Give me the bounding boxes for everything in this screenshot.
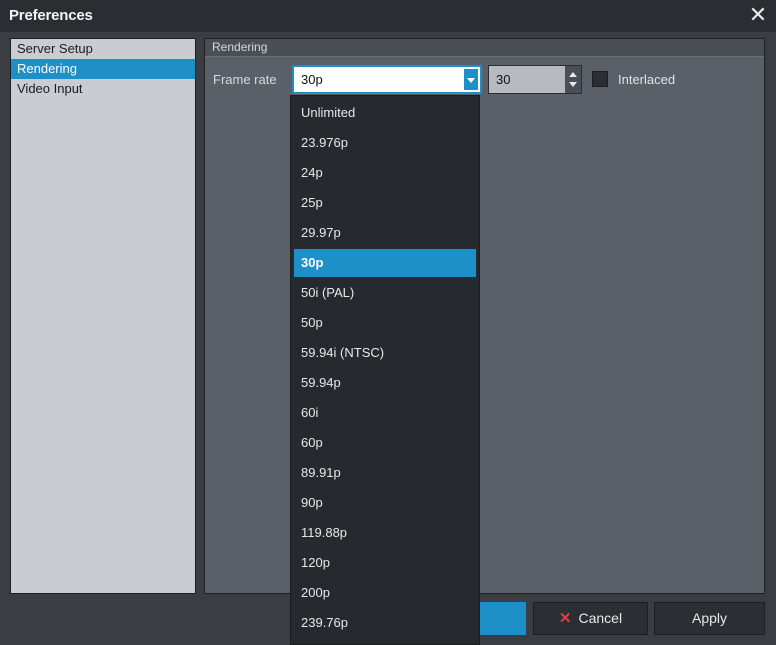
stepper-buttons [565, 66, 581, 93]
close-icon[interactable]: ✕ [746, 3, 770, 27]
dropdown-option[interactable]: 59.94i (NTSC) [294, 339, 476, 367]
stepper-up-icon[interactable] [569, 72, 577, 77]
frame-rate-label: Frame rate [213, 72, 277, 87]
dropdown-option[interactable]: 24p [294, 159, 476, 187]
frame-rate-value: 30p [301, 72, 323, 87]
dropdown-option[interactable]: 239.76p [294, 609, 476, 637]
dropdown-option[interactable]: Unlimited [294, 99, 476, 127]
frame-rate-select[interactable]: 30p [292, 65, 482, 94]
dropdown-option-selected[interactable]: 30p [294, 249, 476, 277]
dropdown-option[interactable]: 200p [294, 579, 476, 607]
sidebar-item-rendering[interactable]: Rendering [11, 59, 195, 79]
dropdown-option[interactable]: 120p [294, 549, 476, 577]
dropdown-option[interactable]: 50i (PAL) [294, 279, 476, 307]
preferences-sidebar: Server Setup Rendering Video Input [10, 38, 196, 594]
cancel-label: Cancel [578, 610, 623, 626]
dropdown-option[interactable]: 60i [294, 399, 476, 427]
sidebar-item-video-input[interactable]: Video Input [11, 79, 195, 99]
dropdown-option[interactable]: 59.94p [294, 369, 476, 397]
dropdown-option[interactable]: 23.976p [294, 129, 476, 157]
dropdown-option[interactable]: 29.97p [294, 219, 476, 247]
stepper-down-icon[interactable] [569, 82, 577, 87]
interlaced-label: Interlaced [618, 72, 676, 87]
dropdown-option[interactable]: 89.91p [294, 459, 476, 487]
chevron-down-icon[interactable] [464, 69, 478, 90]
sidebar-item-server-setup[interactable]: Server Setup [11, 39, 195, 59]
cancel-x-icon: ✕ [558, 610, 572, 627]
fps-input[interactable] [489, 66, 564, 93]
panel-header: Rendering [205, 39, 764, 57]
dropdown-option[interactable]: 90p [294, 489, 476, 517]
dropdown-option[interactable]: 25p [294, 189, 476, 217]
fps-stepper [488, 65, 582, 94]
apply-button[interactable]: Apply [654, 602, 765, 635]
dropdown-option[interactable]: 119.88p [294, 519, 476, 547]
frame-rate-dropdown-list: Unlimited 23.976p 24p 25p 29.97p 30p 50i… [290, 95, 480, 645]
cancel-button[interactable]: ✕ Cancel [533, 602, 648, 635]
dropdown-option[interactable]: 50p [294, 309, 476, 337]
rendering-panel: Rendering Frame rate 30p Interlaced [204, 38, 765, 594]
dropdown-option[interactable]: 60p [294, 429, 476, 457]
title-bar: Preferences ✕ [0, 0, 776, 33]
interlaced-checkbox[interactable] [592, 71, 608, 87]
window-title: Preferences [9, 7, 93, 24]
